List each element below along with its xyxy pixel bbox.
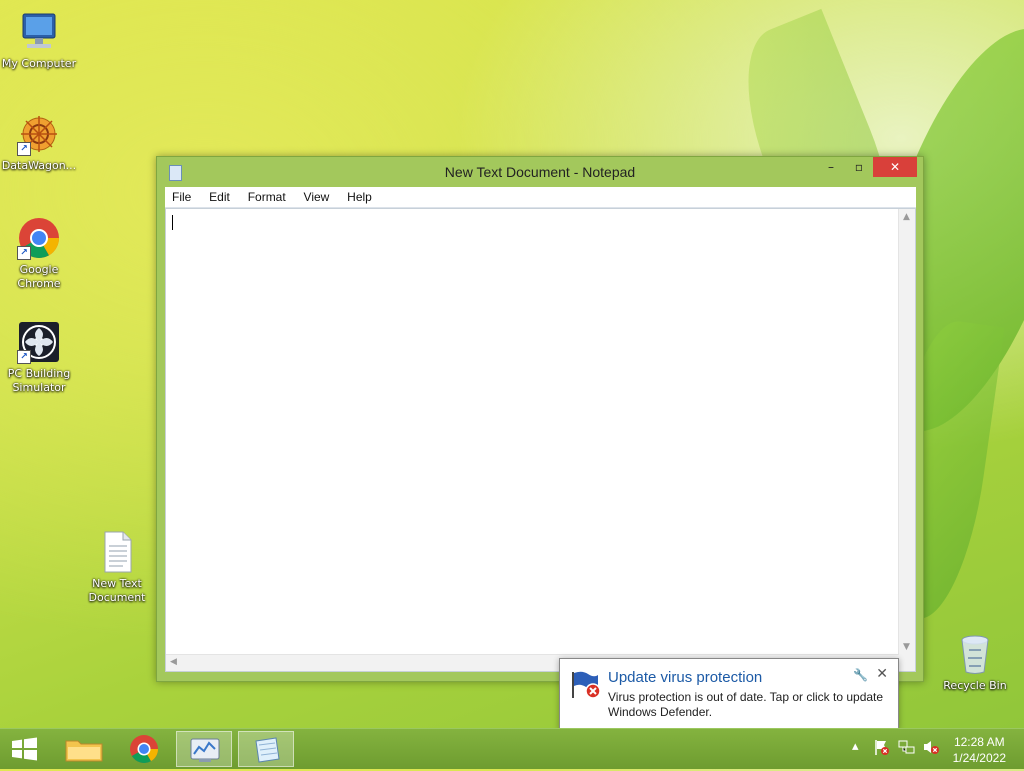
windows-logo-icon — [12, 737, 37, 761]
settings-wrench-icon[interactable]: 🔧 — [853, 668, 868, 682]
taskbar-google-chrome[interactable] — [116, 731, 172, 767]
pc-building-simulator-icon: ↗ — [17, 320, 61, 364]
desktop-icon-google-chrome[interactable]: ↗ Google Chrome — [0, 216, 78, 291]
menu-bar: File Edit Format View Help — [165, 187, 916, 208]
performance-monitor-icon — [190, 738, 220, 762]
scroll-left-icon[interactable]: ◀ — [170, 657, 177, 667]
menu-help[interactable]: Help — [340, 187, 379, 207]
desktop-icon-new-text-document[interactable]: New Text Document — [78, 530, 156, 605]
action-center-flag-icon[interactable] — [874, 738, 890, 760]
datawagon-icon: ↗ — [17, 112, 61, 156]
shortcut-arrow-icon: ↗ — [17, 142, 31, 156]
computer-icon — [17, 10, 61, 54]
resize-grip-icon[interactable] — [899, 655, 915, 671]
notification-title: Update virus protection — [608, 669, 763, 686]
notepad-window[interactable]: New Text Document - Notepad – ▫ ✕ File E… — [156, 156, 924, 682]
minimize-button[interactable]: – — [817, 157, 845, 177]
text-editor-area[interactable]: ▲ ▼ ◀ ▶ — [165, 208, 916, 672]
desktop-icon-recycle-bin[interactable]: Recycle Bin — [936, 632, 1014, 693]
text-caret — [172, 215, 173, 230]
system-clock[interactable]: 12:28 AM 1/24/2022 — [953, 734, 1006, 766]
shortcut-arrow-icon: ↗ — [17, 246, 31, 260]
desktop-icon-datawagon[interactable]: ↗ DataWagon... — [0, 112, 78, 173]
defender-notification[interactable]: Update virus protection Virus protection… — [559, 658, 899, 739]
security-flag-icon — [570, 669, 601, 699]
window-titlebar[interactable]: New Text Document - Notepad – ▫ ✕ — [157, 157, 923, 187]
chrome-icon — [130, 735, 158, 763]
close-notification-icon[interactable]: ✕ — [876, 666, 888, 682]
maximize-button[interactable]: ▫ — [845, 157, 873, 177]
clock-date: 1/24/2022 — [952, 751, 1006, 765]
network-icon[interactable] — [898, 739, 916, 759]
menu-view[interactable]: View — [297, 187, 337, 207]
desktop-icon-label: Recycle Bin — [943, 679, 1007, 692]
desktop-icon-label: New Text Document — [88, 577, 146, 604]
window-title: New Text Document - Notepad — [444, 164, 636, 180]
taskbar-notepad[interactable] — [238, 731, 294, 767]
desktop-icon-label: PC Building Simulator — [7, 367, 71, 394]
notepad-icon — [255, 737, 280, 763]
folder-icon — [65, 740, 103, 762]
scroll-up-icon[interactable]: ▲ — [903, 212, 910, 222]
notification-body: Virus protection is out of date. Tap or … — [608, 690, 884, 719]
start-button[interactable] — [0, 731, 56, 767]
desktop-icon-label: My Computer — [1, 57, 77, 70]
vertical-scrollbar[interactable]: ▲ ▼ — [898, 209, 915, 655]
desktop-icon-label: Google Chrome — [17, 263, 61, 290]
shortcut-arrow-icon: ↗ — [17, 350, 31, 364]
show-hidden-icons-icon[interactable]: ▴ — [852, 739, 859, 754]
desktop-icon-label: DataWagon... — [1, 159, 77, 172]
recycle-bin-icon — [953, 632, 997, 676]
chrome-icon: ↗ — [17, 216, 61, 260]
menu-format[interactable]: Format — [241, 187, 293, 207]
volume-muted-icon[interactable] — [922, 739, 940, 759]
menu-file[interactable]: File — [165, 187, 198, 207]
scroll-down-icon[interactable]: ▼ — [903, 642, 910, 652]
text-file-icon — [95, 530, 139, 574]
clock-time: 12:28 AM — [953, 735, 1005, 749]
close-button[interactable]: ✕ — [873, 157, 917, 177]
menu-edit[interactable]: Edit — [202, 187, 237, 207]
desktop-icon-my-computer[interactable]: My Computer — [0, 10, 78, 71]
desktop-icon-pc-building-simulator[interactable]: ↗ PC Building Simulator — [0, 320, 78, 395]
taskbar-performance-monitor[interactable] — [176, 731, 232, 767]
taskbar-file-explorer[interactable] — [56, 731, 112, 767]
taskbar: ▴ 12:28 AM 1/24/2022 — [0, 728, 1024, 769]
